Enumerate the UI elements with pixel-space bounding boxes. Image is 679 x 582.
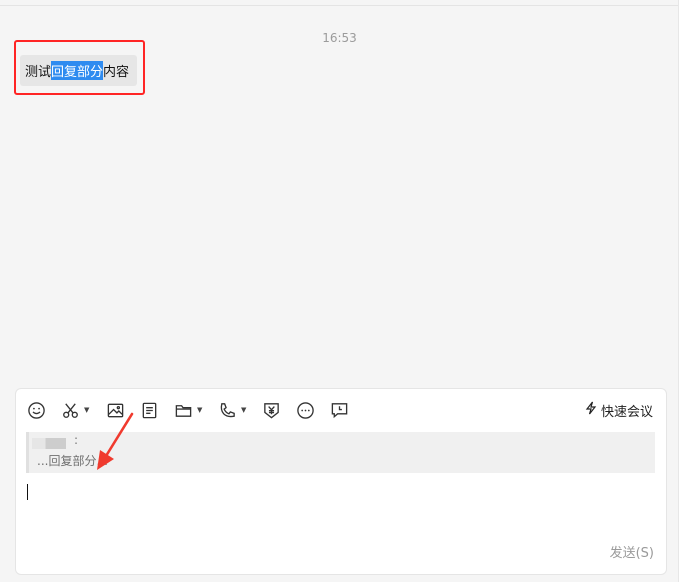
text-cursor: [27, 484, 28, 500]
call-dropdown-icon[interactable]: ▼: [241, 406, 246, 414]
document-button[interactable]: [140, 400, 159, 420]
quick-meeting-button[interactable]: 快速会议: [584, 401, 653, 420]
folder-icon: [174, 401, 193, 420]
message-text-before: 测试: [25, 65, 52, 80]
feedback-icon: [330, 401, 349, 420]
emoji-icon: [27, 401, 46, 420]
payment-button[interactable]: [262, 400, 281, 420]
screenshot-dropdown-icon[interactable]: ▼: [84, 406, 89, 414]
call-button[interactable]: ▼: [218, 400, 246, 420]
folder-button[interactable]: ▼: [174, 400, 202, 420]
document-icon: [140, 401, 159, 420]
quote-author-redacted: [32, 438, 66, 449]
screenshot-button[interactable]: ▼: [61, 400, 89, 420]
feedback-button[interactable]: [330, 400, 349, 420]
lightning-icon: [584, 401, 598, 419]
top-divider: [0, 5, 679, 6]
message-bubble[interactable]: 测试 回复部分 内容: [20, 55, 137, 86]
scissors-icon: [61, 401, 80, 420]
annotation-arrow: [97, 412, 134, 470]
folder-dropdown-icon[interactable]: ▼: [197, 406, 202, 414]
phone-icon: [218, 401, 237, 420]
more-icon: [296, 401, 315, 420]
send-button[interactable]: 发送(S): [610, 542, 654, 561]
quote-bar: [26, 432, 29, 473]
yen-shield-icon: [262, 401, 281, 420]
emoji-button[interactable]: [27, 400, 46, 420]
message-text-selected[interactable]: 回复部分: [51, 61, 104, 80]
quote-separator: :: [74, 433, 79, 447]
more-button[interactable]: [296, 400, 315, 420]
message-text-after: 内容: [103, 65, 130, 80]
quick-meeting-label: 快速会议: [600, 404, 653, 420]
